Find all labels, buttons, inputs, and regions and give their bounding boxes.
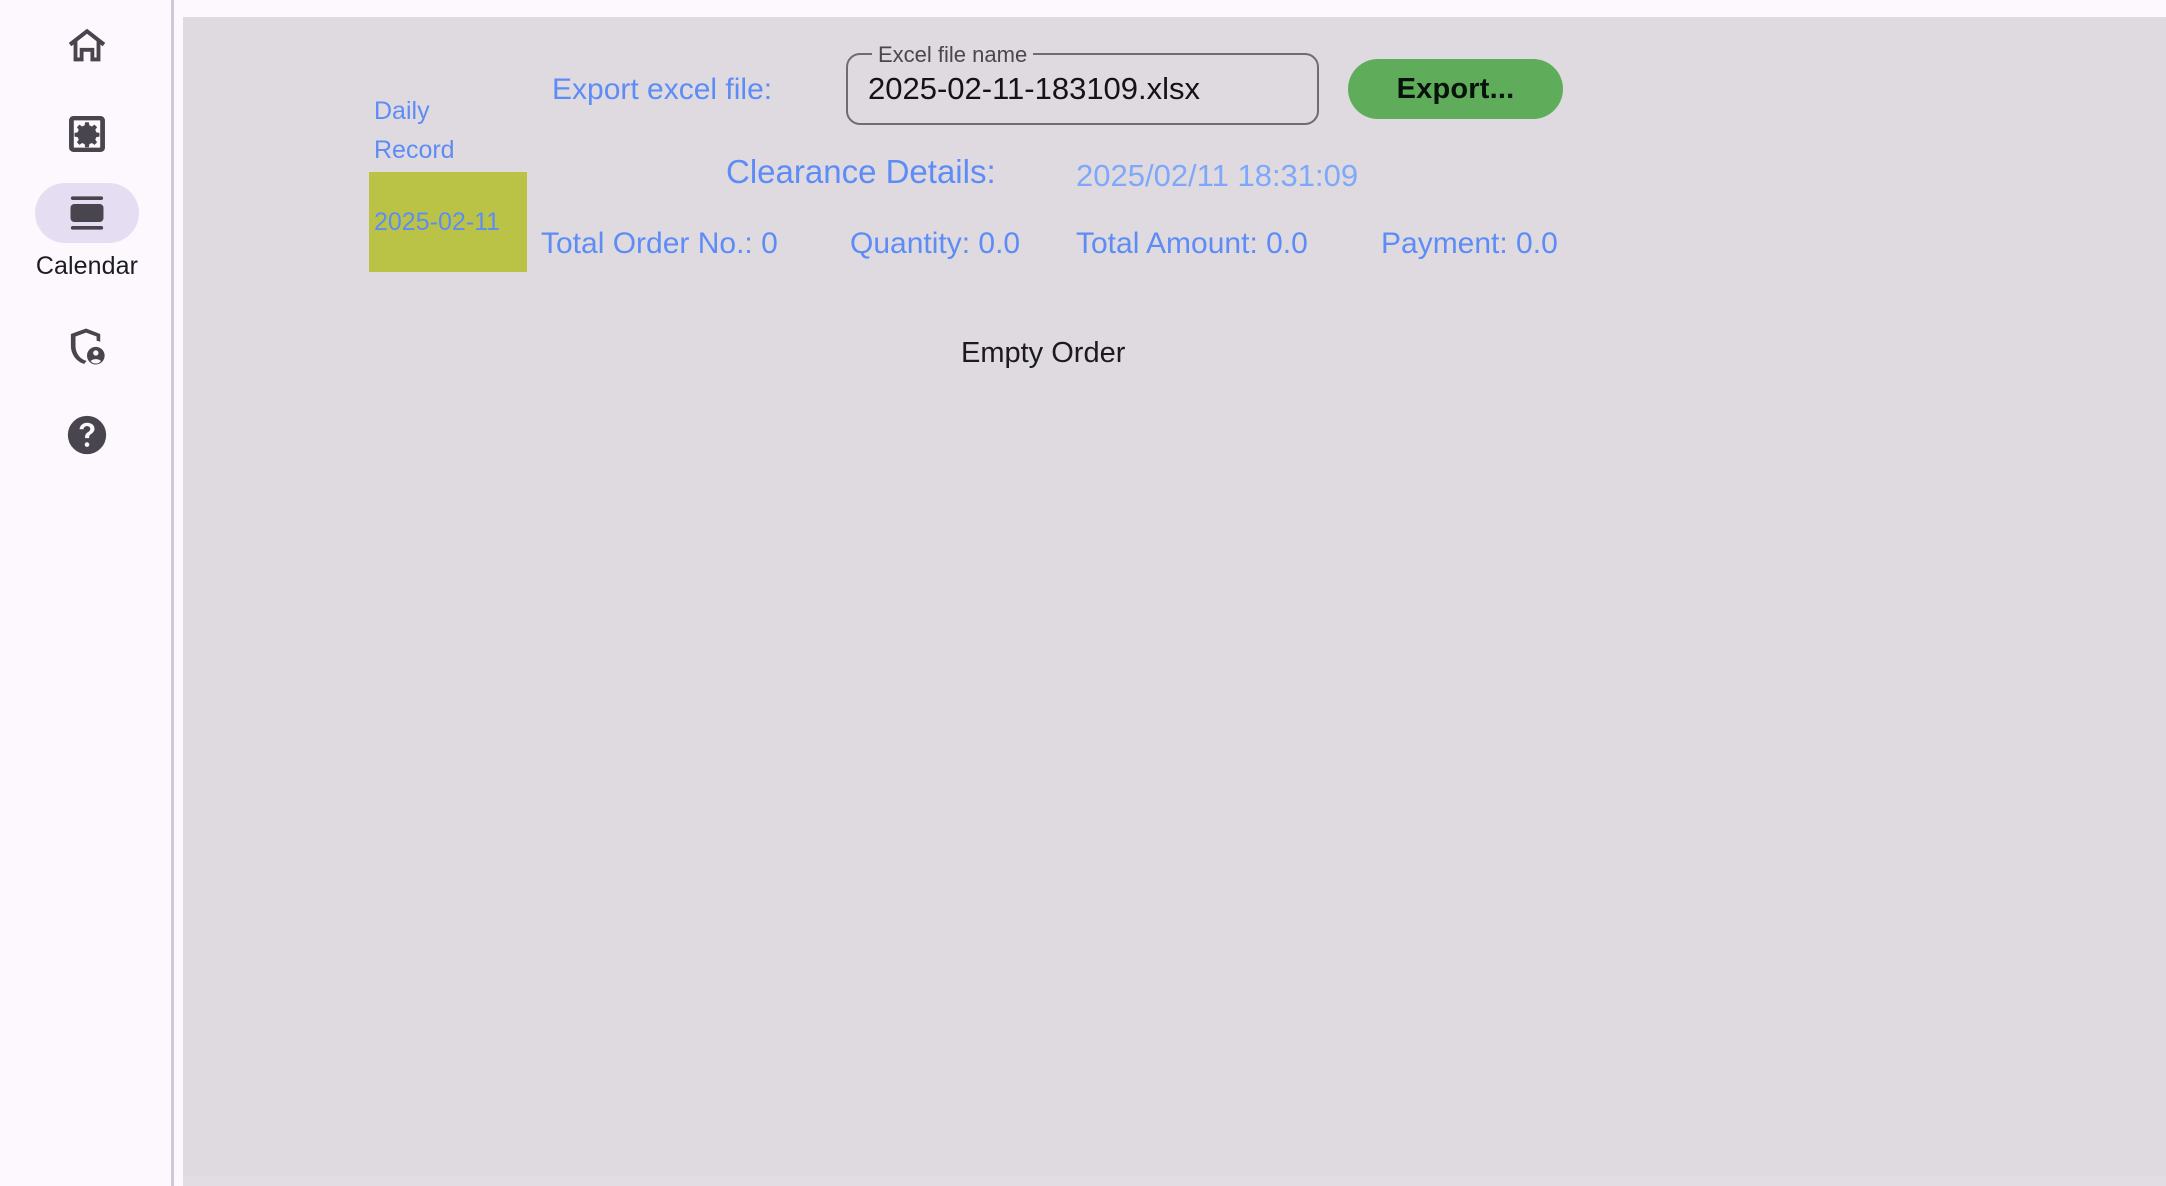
excel-file-name-field[interactable]: Excel file name [846,42,1319,125]
help-icon-container [35,405,139,465]
calendar-icon-container [35,183,139,243]
navigation-rail: Calendar [0,0,174,1186]
home-icon-container [35,16,139,76]
total-amount: Total Amount: 0.0 [1076,227,1308,260]
export-button[interactable]: Export... [1348,59,1563,119]
clearance-totals-row: Total Order No.: 0 Quantity: 0.0 Total A… [183,223,2166,265]
excel-file-name-input[interactable] [868,63,1298,115]
sidebar-item-help[interactable] [35,405,139,465]
empty-order-message: Empty Order [961,337,1126,369]
home-icon [68,28,106,62]
settings-icon-container [35,104,139,164]
panel-bottom-strip [183,1176,2166,1186]
sidebar-item-home[interactable] [35,16,139,76]
total-order-no: Total Order No.: 0 [541,227,778,260]
settings-icon [69,116,105,152]
content-area: Export excel file: Excel file name Expor… [174,0,2166,1186]
daily-record-panel: Export excel file: Excel file name Expor… [183,17,2166,1176]
clearance-details-label: Clearance Details: [726,153,996,190]
shield-person-icon [70,328,105,365]
shield-person-icon-container [35,318,139,378]
app-window: Calendar Export excel file: Excel file n… [0,0,2166,1186]
sidebar-item-admin[interactable] [35,318,139,378]
total-payment: Payment: 0.0 [1381,227,1558,260]
sidebar-item-calendar[interactable]: Calendar [35,183,139,280]
clearance-details-row: Clearance Details: 2025/02/11 18:31:09 [183,151,2166,199]
sidebar-item-settings[interactable] [35,104,139,164]
calendar-icon [70,196,104,230]
sidebar-item-label-calendar: Calendar [35,252,139,280]
export-excel-label: Export excel file: [552,73,773,106]
total-quantity: Quantity: 0.0 [850,227,1021,260]
help-icon [67,415,107,455]
clearance-timestamp: 2025/02/11 18:31:09 [1076,158,1359,193]
